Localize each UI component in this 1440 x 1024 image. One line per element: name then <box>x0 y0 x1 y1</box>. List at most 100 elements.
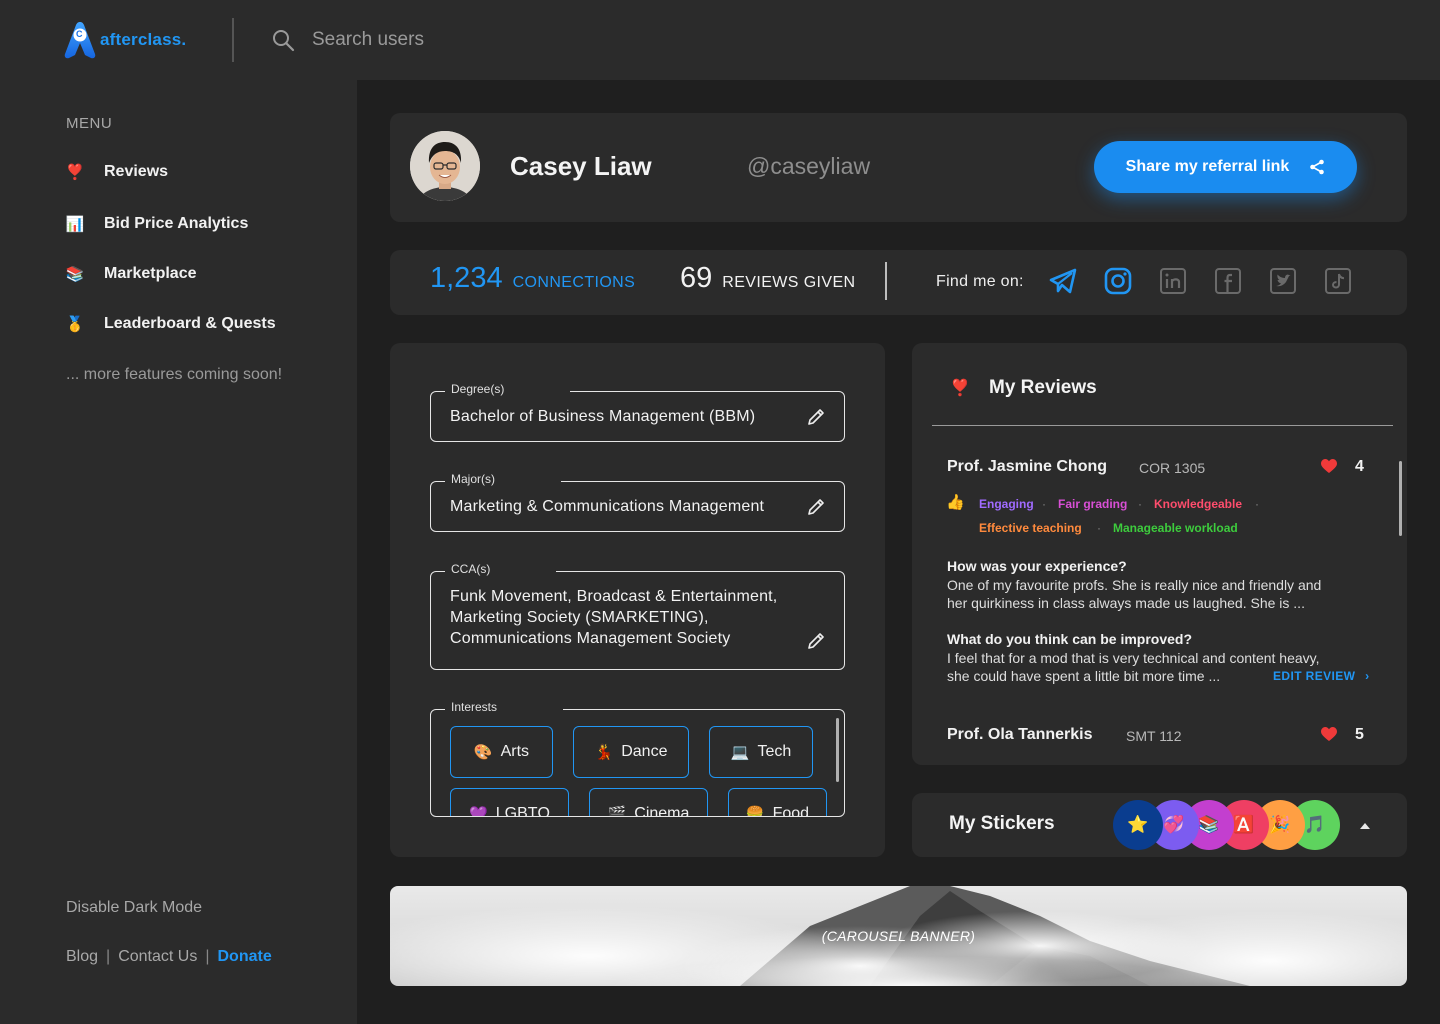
share-icon <box>1310 159 1325 175</box>
search-icon[interactable] <box>271 28 295 52</box>
star-icon: ⭐ <box>1127 815 1149 834</box>
interest-chip-partial[interactable]: 💜 LGBTQ <box>450 788 569 816</box>
music-note-icon: 🎵 <box>1304 815 1326 834</box>
interests-scrollbar[interactable] <box>836 718 839 782</box>
avatar[interactable] <box>410 131 480 201</box>
details-card: Degree(s) Bachelor of Business Managemen… <box>390 343 885 857</box>
footer-links: Blog | Contact Us | Donate <box>66 948 272 966</box>
cca-value-line: Funk Movement, Broadcast & Entertainment… <box>450 588 778 605</box>
a-button-icon: 🅰️ <box>1233 815 1255 834</box>
tag-separator: · <box>1042 497 1046 511</box>
donate-link[interactable]: Donate <box>217 948 271 966</box>
pencil-icon[interactable] <box>806 497 826 517</box>
module-code[interactable]: COR 1305 <box>1139 460 1205 476</box>
chip-label: LGBTQ <box>495 805 550 816</box>
heart-icon[interactable] <box>1321 459 1337 474</box>
cca-field[interactable]: CCA(s) Funk Movement, Broadcast & Entert… <box>430 562 845 670</box>
sidebar-item-label: Reviews <box>104 163 169 180</box>
sidebar-item-label: Marketplace <box>104 265 197 282</box>
blog-link[interactable]: Blog <box>66 948 98 966</box>
logo-mark-icon: C <box>64 21 96 59</box>
cca-value-line: Marketing Society (SMARKETING), <box>450 609 709 626</box>
dark-mode-toggle[interactable]: Disable Dark Mode <box>66 899 202 917</box>
chip-label: Dance <box>621 743 668 760</box>
edit-review-link[interactable]: EDIT REVIEW › <box>1273 669 1370 683</box>
medal-icon: 🥇 <box>65 316 85 333</box>
cca-label: CCA(s) <box>445 562 557 576</box>
review-tag: Manageable workload <box>1113 521 1238 535</box>
find-me-label: Find me on: <box>936 273 1024 290</box>
module-code[interactable]: SMT 112 <box>1126 728 1182 744</box>
stats-card: 1,234 CONNECTIONS 69 REVIEWS GIVEN Find … <box>390 250 1407 315</box>
interests-scroll-area[interactable]: 🎨 Arts 💃 Dance 💻 Tech 💜 LGBTQ 🎬 Cinema 🍔… <box>431 710 844 816</box>
interest-chip-partial[interactable]: 🍔 Food <box>728 788 827 816</box>
stats-divider <box>885 262 887 300</box>
main-content: Casey Liaw @caseyliaw Share my referral … <box>357 80 1440 1024</box>
professor-name[interactable]: Prof. Ola Tannerkis <box>947 726 1093 744</box>
review-tag: Effective teaching <box>979 521 1082 535</box>
interest-chip-tech[interactable]: 💻 Tech <box>709 726 813 778</box>
sticker-star[interactable]: ⭐ <box>1113 800 1163 850</box>
footer-separator: | <box>106 948 111 965</box>
search-input[interactable] <box>312 24 712 56</box>
top-divider <box>232 18 234 62</box>
professor-name[interactable]: Prof. Jasmine Chong <box>947 458 1107 476</box>
tiktok-icon[interactable] <box>1323 266 1353 296</box>
coming-soon-text: ... more features coming soon! <box>66 366 283 383</box>
sidebar-item-marketplace[interactable]: 📚 Marketplace <box>64 260 197 288</box>
logo-badge-letter: C <box>76 29 83 39</box>
carousel-banner[interactable]: (CAROUSEL BANNER) <box>390 886 1407 986</box>
reviews-scrollbar[interactable] <box>1399 461 1402 536</box>
review-tag: Knowledgeable <box>1154 497 1243 511</box>
linkedin-icon[interactable] <box>1158 266 1188 296</box>
reviews-divider <box>932 425 1393 426</box>
chip-label: Tech <box>757 743 792 760</box>
party-popper-icon: 🎉 <box>1269 815 1291 834</box>
interest-chip-partial[interactable]: 🎬 Cinema <box>589 788 708 816</box>
degree-value: Bachelor of Business Management (BBM) <box>450 408 756 425</box>
tag-separator: · <box>1138 497 1142 511</box>
pencil-icon[interactable] <box>806 407 826 427</box>
caret-up-icon[interactable] <box>1360 823 1370 829</box>
tag-separator: · <box>1097 521 1101 535</box>
connections-stat[interactable]: 1,234 CONNECTIONS <box>430 262 635 295</box>
laptop-icon: 💻 <box>730 744 750 761</box>
heart-count: 5 <box>1355 726 1364 743</box>
major-label: Major(s) <box>445 472 561 486</box>
degree-field[interactable]: Degree(s) Bachelor of Business Managemen… <box>430 382 845 442</box>
telegram-icon[interactable] <box>1048 266 1078 296</box>
pencil-icon[interactable] <box>806 631 826 651</box>
logo-text: afterclass. <box>100 30 187 49</box>
reviews-given-label: REVIEWS GIVEN <box>722 274 856 291</box>
afterclass-logo[interactable]: C afterclass. <box>64 20 186 60</box>
tag-separator: · <box>1255 497 1259 511</box>
chip-label: Food <box>772 805 810 816</box>
sidebar: MENU ❣️ Reviews 📊 Bid Price Analytics 📚 … <box>0 80 357 1024</box>
clapper-icon: 🎬 <box>607 806 627 816</box>
contact-link[interactable]: Contact Us <box>118 948 197 966</box>
heart-icon[interactable] <box>1321 727 1337 742</box>
two-hearts-icon: 💞 <box>1163 815 1185 834</box>
major-field[interactable]: Major(s) Marketing & Communications Mana… <box>430 472 845 532</box>
twitter-icon[interactable] <box>1268 266 1298 296</box>
reviews-given-stat[interactable]: 69 REVIEWS GIVEN <box>680 262 856 295</box>
reviews-given-count: 69 <box>680 262 713 294</box>
sidebar-item-reviews[interactable]: ❣️ Reviews <box>64 158 168 186</box>
sidebar-item-bid-price-analytics[interactable]: 📊 Bid Price Analytics <box>64 210 249 238</box>
profile-header-card: Casey Liaw @caseyliaw Share my referral … <box>390 113 1407 222</box>
interests-field: Interests 🎨 Arts 💃 Dance 💻 Tech 💜 LGBTQ <box>430 700 845 817</box>
answer-experience-line: her quirkiness in class always made us l… <box>947 595 1305 611</box>
major-value: Marketing & Communications Management <box>450 498 765 515</box>
top-bar: C afterclass. <box>0 0 1440 80</box>
my-stickers-title: My Stickers <box>949 813 1055 834</box>
books-icon: 📚 <box>1198 815 1220 834</box>
share-button-label: Share my referral link <box>1125 158 1290 175</box>
sidebar-item-leaderboard[interactable]: 🥇 Leaderboard & Quests <box>64 310 276 338</box>
palette-icon: 🎨 <box>473 744 493 761</box>
profile-name: Casey Liaw <box>510 151 652 181</box>
interest-chip-arts[interactable]: 🎨 Arts <box>450 726 553 778</box>
facebook-icon[interactable] <box>1213 266 1243 296</box>
instagram-icon[interactable] <box>1103 266 1133 296</box>
share-referral-button[interactable]: Share my referral link <box>1094 141 1357 193</box>
interest-chip-dance[interactable]: 💃 Dance <box>573 726 689 778</box>
